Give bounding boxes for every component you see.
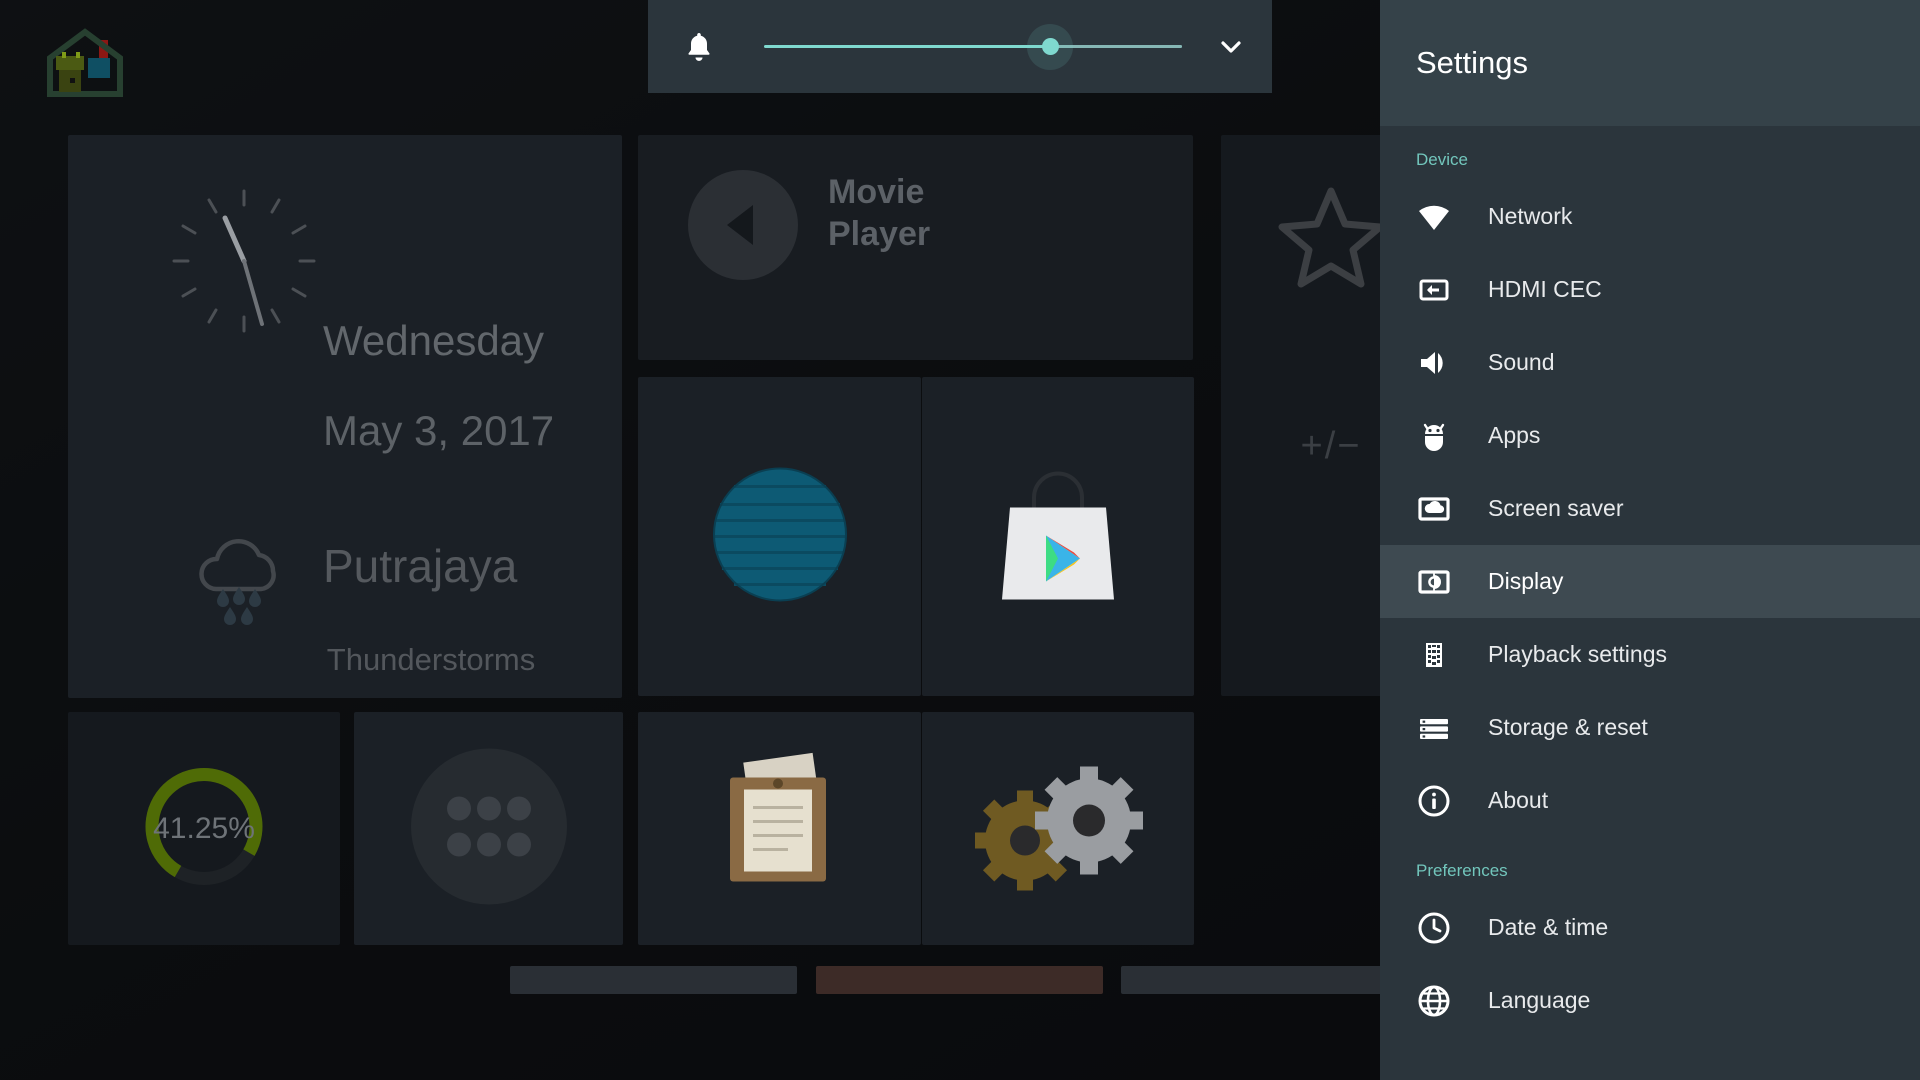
android-icon [1416,418,1452,454]
hdmi-cec-icon [1416,272,1452,308]
settings-item-label: About [1488,787,1549,813]
settings-item-label: Date & time [1488,914,1609,940]
settings-item-storage-reset[interactable]: Storage & reset [1380,691,1920,764]
settings-item-label: Display [1488,568,1564,594]
settings-item-label: Network [1488,203,1573,229]
display-icon [1416,564,1452,600]
storage-icon [1416,710,1452,746]
film-strip-icon [1416,637,1452,673]
chevron-down-icon[interactable] [1216,32,1246,62]
settings-item-network[interactable]: Network [1380,180,1920,253]
weather-condition-label: Thunderstorms [326,642,536,677]
settings-item-hdmi-cec[interactable]: HDMI CEC [1380,253,1920,326]
play-triangle-icon [688,170,798,280]
movie-player-line1: Movie [828,173,925,211]
settings-item-playback-settings[interactable]: Playback settings [1380,618,1920,691]
settings-item-about[interactable]: About [1380,764,1920,837]
all-apps-tile[interactable] [354,712,623,945]
movie-player-line2: Player [828,215,931,254]
screensaver-icon [1416,491,1452,527]
notification-volume-bar[interactable] [648,0,1272,93]
globe-tile[interactable] [638,377,921,696]
rain-cloud-icon [186,535,306,627]
volume-slider[interactable] [764,23,1182,70]
speaker-icon [1416,345,1452,381]
settings-item-sound[interactable]: Sound [1380,326,1920,399]
notes-folder-icon [700,751,860,906]
settings-item-apps[interactable]: Apps [1380,399,1920,472]
bottom-strip-2[interactable] [816,966,1103,994]
apps-grid-icon [409,746,569,911]
bottom-strip-1[interactable] [510,966,797,994]
star-icon [1276,183,1386,293]
volume-slider-thumb[interactable] [1041,38,1059,55]
store-tile[interactable] [922,377,1194,696]
storage-ring-tile[interactable]: 41.25% [68,712,340,945]
bell-icon [684,31,714,63]
settings-item-label: Screen saver [1488,495,1624,521]
settings-item-label: Sound [1488,349,1555,375]
settings-drawer: Settings Device Network HDMI CEC Sound A… [1380,0,1920,1080]
settings-item-date-time[interactable]: Date & time [1380,891,1920,964]
house-icon [46,28,124,98]
globe-icon [1416,983,1452,1019]
settings-item-label: HDMI CEC [1488,276,1602,302]
movie-player-label: Movie Player [828,171,930,255]
globe-icon [710,464,850,609]
analog-clock-icon [168,185,320,337]
screen: Wednesday May 3, 2017 Putrajaya Thunders… [0,0,1920,1080]
settings-item-language[interactable]: Language [1380,964,1920,1037]
clock-icon [1416,910,1452,946]
storage-ring-value: 41.25% [153,811,255,845]
gears-icon [973,756,1143,901]
clock-weather-card[interactable]: Wednesday May 3, 2017 Putrajaya Thunders… [68,135,622,698]
movie-player-tile[interactable]: Movie Player [638,135,1193,360]
settings-header: Settings [1380,0,1920,126]
section-label-device: Device [1416,150,1468,169]
volume-slider-remainder [1056,45,1182,48]
settings-item-display[interactable]: Display [1380,545,1920,618]
settings-item-label: Storage & reset [1488,714,1648,740]
info-icon [1416,783,1452,819]
settings-item-label: Playback settings [1488,641,1667,667]
settings-item-screen-saver[interactable]: Screen saver [1380,472,1920,545]
notes-tile[interactable] [638,712,921,945]
clock-date-label: May 3, 2017 [323,407,555,454]
shopping-bag-icon [988,459,1128,614]
weather-city-label: Putrajaya [323,540,518,592]
page-title: Settings [1416,45,1529,80]
settings-item-label: Language [1488,987,1591,1013]
section-label-preferences: Preferences [1416,861,1508,880]
clock-day-label: Wednesday [323,317,545,364]
bottom-strip-3[interactable] [1121,966,1408,994]
settings-item-label: Apps [1488,422,1541,448]
settings-gears-tile[interactable] [922,712,1194,945]
wifi-icon [1416,199,1452,235]
